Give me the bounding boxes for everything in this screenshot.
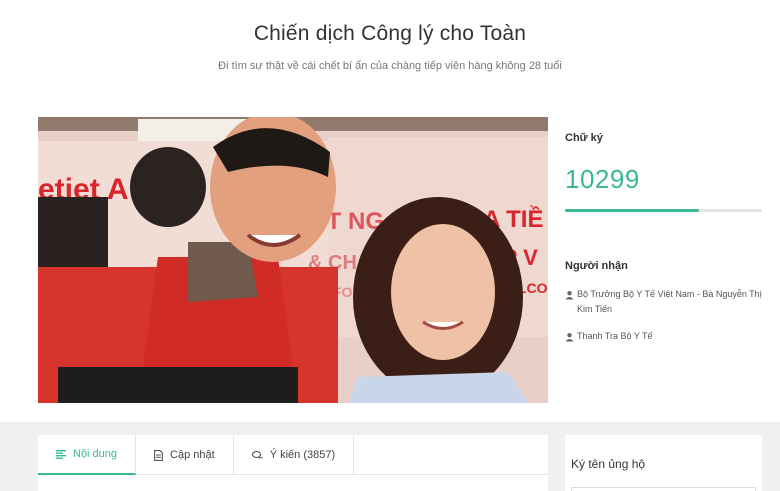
recipient-item: Thanh Tra Bộ Y Tế — [565, 329, 765, 344]
signature-label: Chữ ký — [565, 132, 603, 144]
tab-content-label: Nội dung — [73, 448, 118, 460]
content-tabs-card: Nội dung Cập nhật Ý kiến (3857) — [38, 435, 548, 491]
text-lines-icon — [56, 449, 66, 459]
signature-progress-bar — [565, 209, 762, 212]
recipients-list: Bộ Trưởng Bộ Y Tế Việt Nam - Bà Nguyễn T… — [565, 287, 765, 356]
sign-petition-card: Ký tên ủng hộ — [565, 435, 762, 491]
signature-progress-fill — [565, 209, 699, 212]
tab-content[interactable]: Nội dung — [38, 435, 137, 475]
sign-petition-title: Ký tên ủng hộ — [571, 457, 646, 471]
tab-comments-label: Ý kiến (3857) — [269, 449, 336, 461]
tab-updates[interactable]: Cập nhật — [136, 435, 234, 475]
document-icon — [154, 449, 163, 461]
user-icon — [565, 333, 574, 342]
tab-updates-label: Cập nhật — [170, 449, 215, 461]
campaign-photo: etjet A ỐT NG A TIỀ & CH ẾP V FOR E LCO — [38, 117, 548, 403]
user-icon — [565, 291, 574, 300]
signature-count: 10299 — [565, 164, 640, 194]
content-tabs: Nội dung Cập nhật Ý kiến (3857) — [38, 435, 548, 475]
recipient-item: Bộ Trưởng Bộ Y Tế Việt Nam - Bà Nguyễn T… — [565, 287, 765, 317]
recipient-name: Thanh Tra Bộ Y Tế — [577, 331, 653, 341]
page-subtitle: Đi tìm sự thật về cái chết bí ẩn của chà… — [218, 60, 562, 72]
sign-name-input[interactable] — [571, 487, 756, 491]
page-title: Chiến dịch Công lý cho Toàn — [253, 22, 527, 45]
signature-stats: Chữ ký 10299 Người nhận Bộ Trưởng Bộ Y T… — [565, 117, 765, 407]
campaign-header: Chiến dịch Công lý cho Toàn Đi tìm sự th… — [0, 0, 780, 105]
recipients-label: Người nhận — [565, 260, 628, 272]
recipient-name: Bộ Trưởng Bộ Y Tế Việt Nam - Bà Nguyễn T… — [577, 289, 762, 314]
tab-comments[interactable]: Ý kiến (3857) — [234, 435, 355, 475]
comments-icon — [251, 450, 263, 458]
